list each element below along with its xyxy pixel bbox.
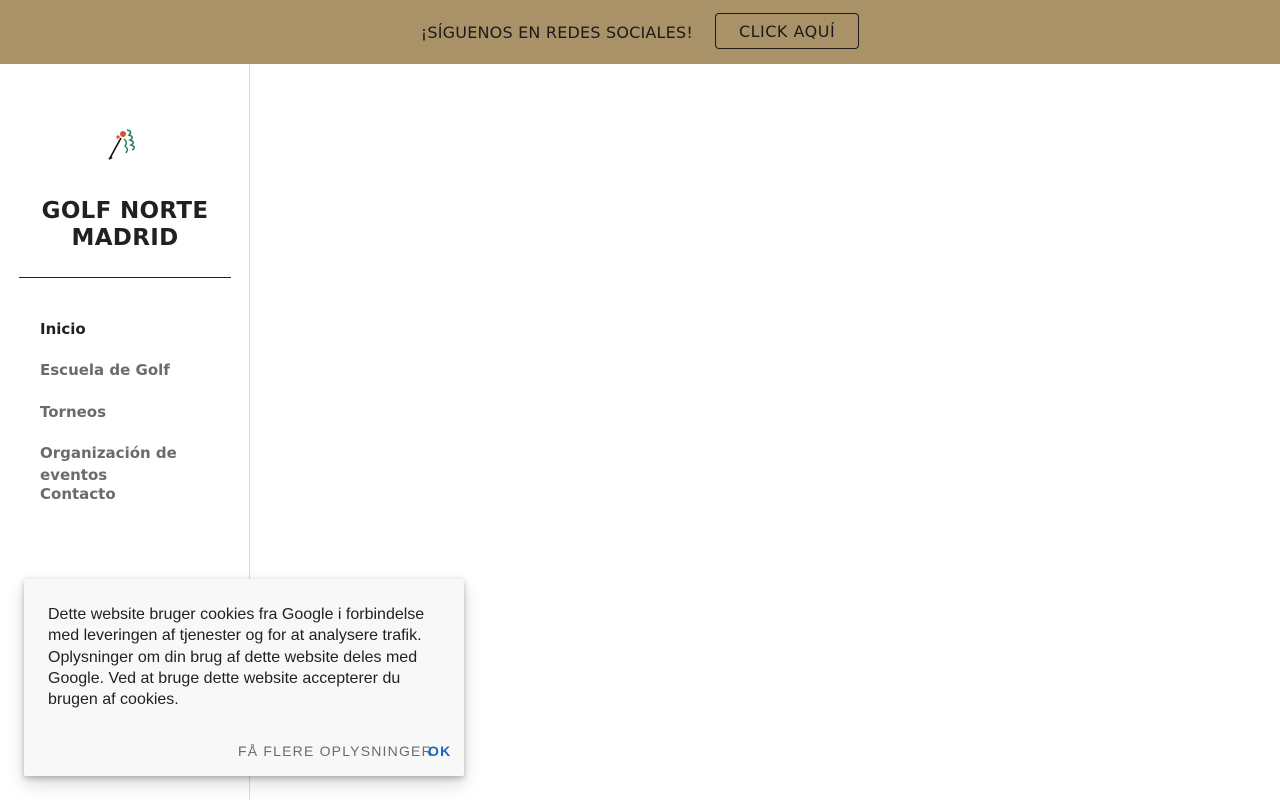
more-info-button[interactable]: FÅ FLERE OPLYSNINGER xyxy=(238,743,433,759)
nav-item-contacto[interactable]: Contacto xyxy=(40,483,240,524)
cookie-notice-text: Dette website bruger cookies fra Google … xyxy=(48,606,425,709)
site-title[interactable]: GOLF NORTE MADRID xyxy=(19,198,231,252)
banner-text: ¡SÍGUENOS EN REDES SOCIALES! xyxy=(420,22,693,42)
title-divider xyxy=(19,277,231,278)
social-banner: ¡SÍGUENOS EN REDES SOCIALES! CLICK AQUÍ xyxy=(0,0,1280,64)
click-here-button[interactable]: CLICK AQUÍ xyxy=(714,13,860,49)
ok-button[interactable]: OK xyxy=(428,743,451,759)
nav-item-inicio[interactable]: Inicio xyxy=(40,318,240,359)
nav-item-torneos[interactable]: Torneos xyxy=(40,401,240,442)
nav-item-escuela-de-golf[interactable]: Escuela de Golf xyxy=(40,359,240,400)
golf-player-icon[interactable] xyxy=(107,126,143,162)
main-nav: Inicio Escuela de Golf Torneos Organizac… xyxy=(40,318,240,524)
nav-item-organizacion-de-eventos[interactable]: Organización de eventos xyxy=(40,442,240,484)
cookie-notice: Dette website bruger cookies fra Google … xyxy=(24,579,464,776)
